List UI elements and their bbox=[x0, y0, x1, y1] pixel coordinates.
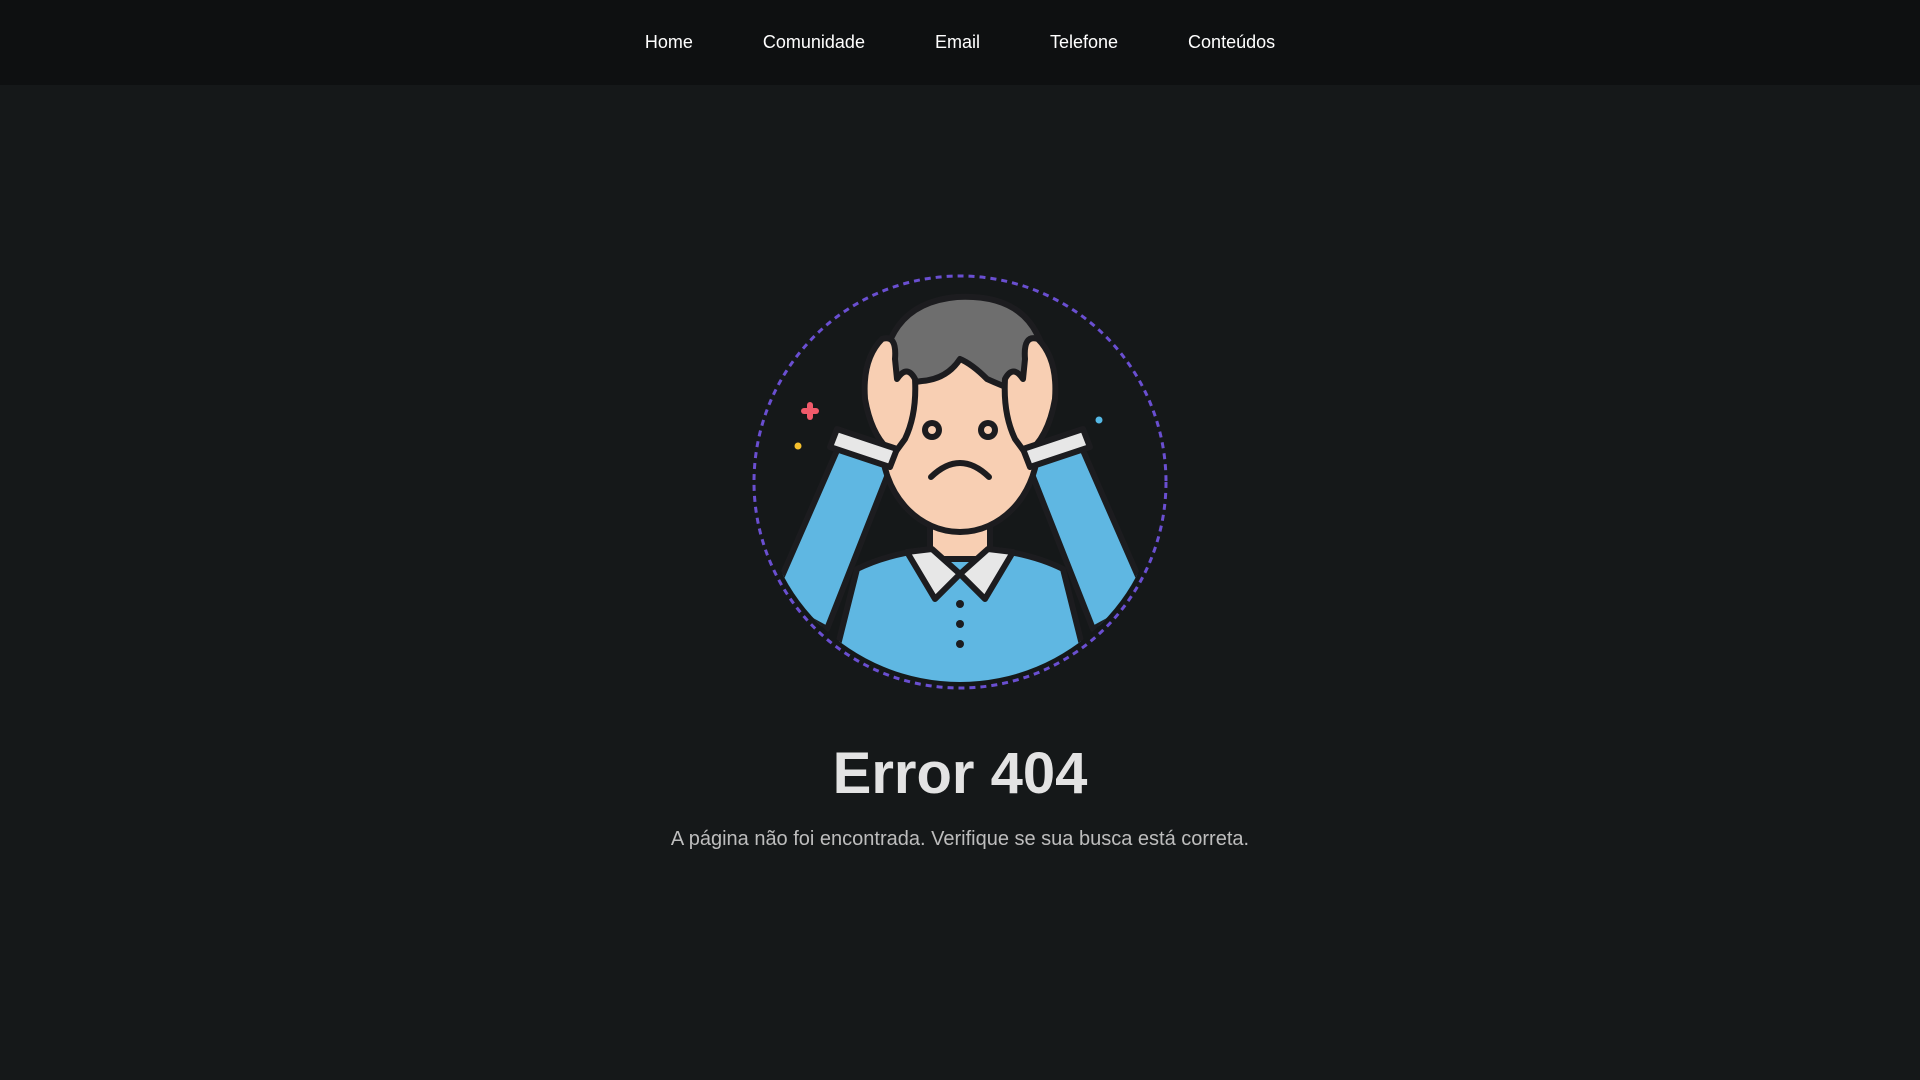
nav-link-conteudos[interactable]: Conteúdos bbox=[1153, 32, 1310, 52]
nav-link-comunidade[interactable]: Comunidade bbox=[728, 32, 900, 52]
frustrated-person-icon bbox=[752, 274, 1168, 690]
nav-list: Home Comunidade Email Telefone Conteúdos bbox=[610, 32, 1310, 53]
sparkle-plus-icon bbox=[801, 402, 819, 420]
main-content: Error 404 A página não foi encontrada. V… bbox=[0, 85, 1920, 1080]
nav-link-email[interactable]: Email bbox=[900, 32, 1015, 52]
top-navbar: Home Comunidade Email Telefone Conteúdos bbox=[0, 0, 1920, 85]
error-title: Error 404 bbox=[832, 741, 1088, 806]
nav-link-home[interactable]: Home bbox=[610, 32, 728, 52]
error-message: A página não foi encontrada. Verifique s… bbox=[670, 828, 1250, 850]
sparkle-dot-blue-icon bbox=[1095, 416, 1103, 424]
sparkle-dot-yellow-icon bbox=[794, 442, 802, 450]
nav-link-telefone[interactable]: Telefone bbox=[1015, 32, 1153, 52]
